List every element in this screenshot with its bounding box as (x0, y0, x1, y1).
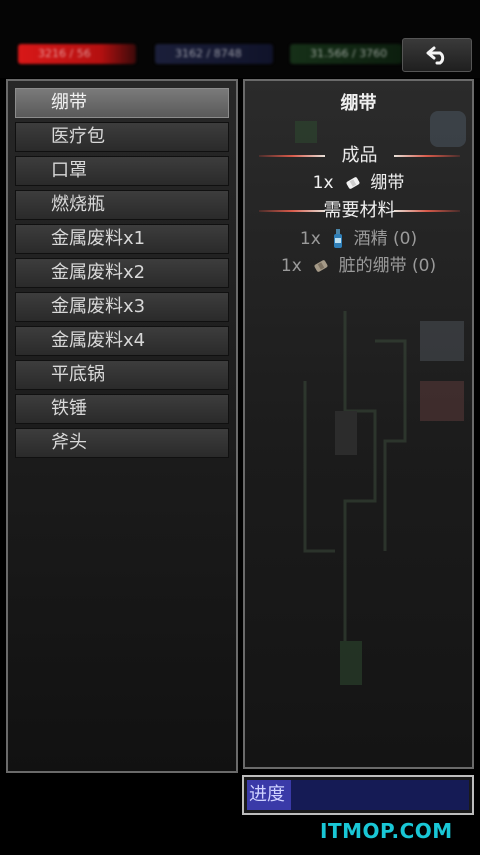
material-name: 脏的绷带 (0) (338, 256, 437, 276)
product-qty: 1x (312, 173, 334, 193)
recipe-list-panel: 绷带 医疗包 口罩 燃烧瓶 金属废料x1 金属废料x2 金属废料x3 金属废料x… (6, 79, 238, 773)
craft-progress-bar[interactable]: 进度 (242, 775, 474, 815)
recipe-item[interactable]: 绷带 (15, 88, 229, 118)
recipe-item[interactable]: 医疗包 (15, 122, 229, 152)
undo-arrow-icon (426, 46, 445, 65)
dirty-bandage-icon (314, 260, 328, 272)
watermark-logo: ITMOP.COM (320, 819, 453, 843)
health-value: 3216 / 56 (38, 47, 91, 60)
divider-line (394, 210, 460, 212)
material-qty: 1x (299, 229, 321, 249)
recipe-item[interactable]: 平底锅 (15, 360, 229, 390)
hunger-value: 3162 / 8748 (175, 47, 242, 60)
recipe-item[interactable]: 铁锤 (15, 394, 229, 424)
progress-label: 进度 (249, 784, 285, 805)
hunger-bar: 3162 / 8748 (155, 44, 273, 64)
material-qty: 1x (280, 256, 302, 276)
recipe-item[interactable]: 金属废料x1 (15, 224, 229, 254)
material-name: 酒精 (0) (353, 229, 418, 249)
recipe-item[interactable]: 燃烧瓶 (15, 190, 229, 220)
top-status-bar: 3216 / 56 3162 / 8748 31.566 / 3760 (0, 0, 480, 78)
material-line: 1x 酒精 (0) (245, 227, 472, 251)
recipe-item[interactable]: 斧头 (15, 428, 229, 458)
recipe-item[interactable]: 金属废料x3 (15, 292, 229, 322)
recipe-detail-panel: 绷带 成品 1x 绷带 需要材料 1x 酒精 (0) 1x 脏的绷带 (0) (243, 79, 474, 769)
product-line: 1x 绷带 (245, 171, 472, 195)
bandage-icon (346, 177, 360, 189)
material-line: 1x 脏的绷带 (0) (245, 254, 472, 278)
recipe-item[interactable]: 金属废料x2 (15, 258, 229, 288)
materials-section-header: 需要材料 (259, 200, 460, 222)
divider-line (394, 155, 460, 157)
thirst-bar: 31.566 / 3760 (290, 44, 402, 64)
item-title: 绷带 (340, 93, 377, 114)
thirst-value: 31.566 / 3760 (310, 47, 388, 60)
product-section-header: 成品 (259, 145, 460, 167)
back-button[interactable] (402, 38, 472, 72)
health-bar: 3216 / 56 (18, 44, 136, 64)
alcohol-bottle-icon (334, 229, 343, 248)
product-name: 绷带 (370, 173, 405, 193)
recipe-item[interactable]: 口罩 (15, 156, 229, 186)
recipe-item[interactable]: 金属废料x4 (15, 326, 229, 356)
